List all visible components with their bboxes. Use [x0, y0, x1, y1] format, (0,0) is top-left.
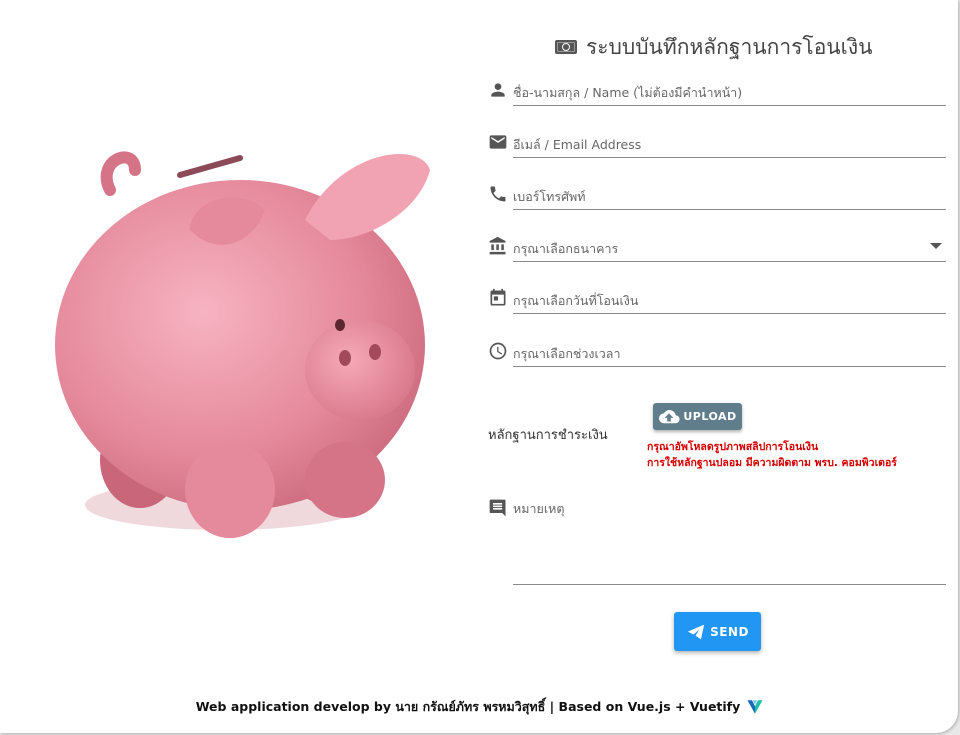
bank-icon [488, 236, 508, 256]
time-field[interactable]: กรุณาเลือกช่วงเวลา [486, 337, 946, 367]
upload-hint: กรุณาอัพโหลดรูปภาพสลิปการโอนเงิน [647, 441, 819, 453]
time-placeholder: กรุณาเลือกช่วงเวลา [513, 346, 621, 361]
vuetify-logo-icon [746, 699, 764, 715]
email-placeholder: อีเมล์ / Email Address [513, 137, 642, 152]
piggy-bank-image [40, 130, 440, 550]
date-field[interactable]: กรุณาเลือกวันที่โอนเงิน [486, 284, 946, 314]
upload-button[interactable]: UPLOAD [653, 403, 742, 430]
name-placeholder: ชื่อ-นามสกุล / Name (ไม่ต้องมีคำนำหน้า) [513, 85, 743, 100]
phone-placeholder: เบอร์โทรศัพท์ [513, 189, 586, 204]
send-button[interactable]: SEND [674, 612, 761, 651]
form-title: ระบบบันทึกหลักฐานการโอนเงิน [555, 32, 872, 62]
email-icon [488, 132, 508, 152]
send-icon [686, 623, 706, 641]
name-field[interactable]: ชื่อ-นามสกุล / Name (ไม่ต้องมีคำนำหน้า) [486, 76, 946, 106]
send-button-label: SEND [710, 624, 749, 639]
form-title-text: ระบบบันทึกหลักฐานการโอนเงิน [586, 34, 873, 59]
date-placeholder: กรุณาเลือกวันที่โอนเงิน [513, 293, 639, 308]
payment-proof-label: หลักฐานการชำระเงิน [488, 428, 608, 443]
upload-button-label: UPLOAD [683, 410, 737, 423]
bank-select[interactable]: กรุณาเลือกธนาคาร [486, 232, 946, 262]
bank-placeholder: กรุณาเลือกธนาคาร [513, 241, 619, 256]
phone-field[interactable]: เบอร์โทรศัพท์ [486, 180, 946, 210]
person-icon [488, 80, 508, 100]
footer-text: Web application develop by นาย กรัณย์ภัท… [195, 699, 741, 714]
chevron-down-icon[interactable] [930, 243, 942, 249]
clock-icon [488, 341, 508, 361]
main-card: ระบบบันทึกหลักฐานการโอนเงิน ชื่อ-นามสกุล… [0, 0, 958, 733]
calendar-icon [488, 288, 508, 308]
note-textarea[interactable] [513, 496, 946, 585]
upload-warning: การใช้หลักฐานปลอม มีความผิดตาม พรบ. คอมพ… [647, 457, 897, 469]
comment-icon [488, 498, 508, 518]
phone-icon [488, 184, 508, 204]
email-field[interactable]: อีเมล์ / Email Address [486, 128, 946, 158]
note-placeholder: หมายเหตุ [513, 501, 565, 516]
cloud-upload-icon [658, 408, 680, 426]
money-icon [555, 40, 577, 54]
footer: Web application develop by นาย กรัณย์ภัท… [0, 697, 960, 717]
note-field[interactable]: หมายเหตุ [486, 496, 946, 585]
